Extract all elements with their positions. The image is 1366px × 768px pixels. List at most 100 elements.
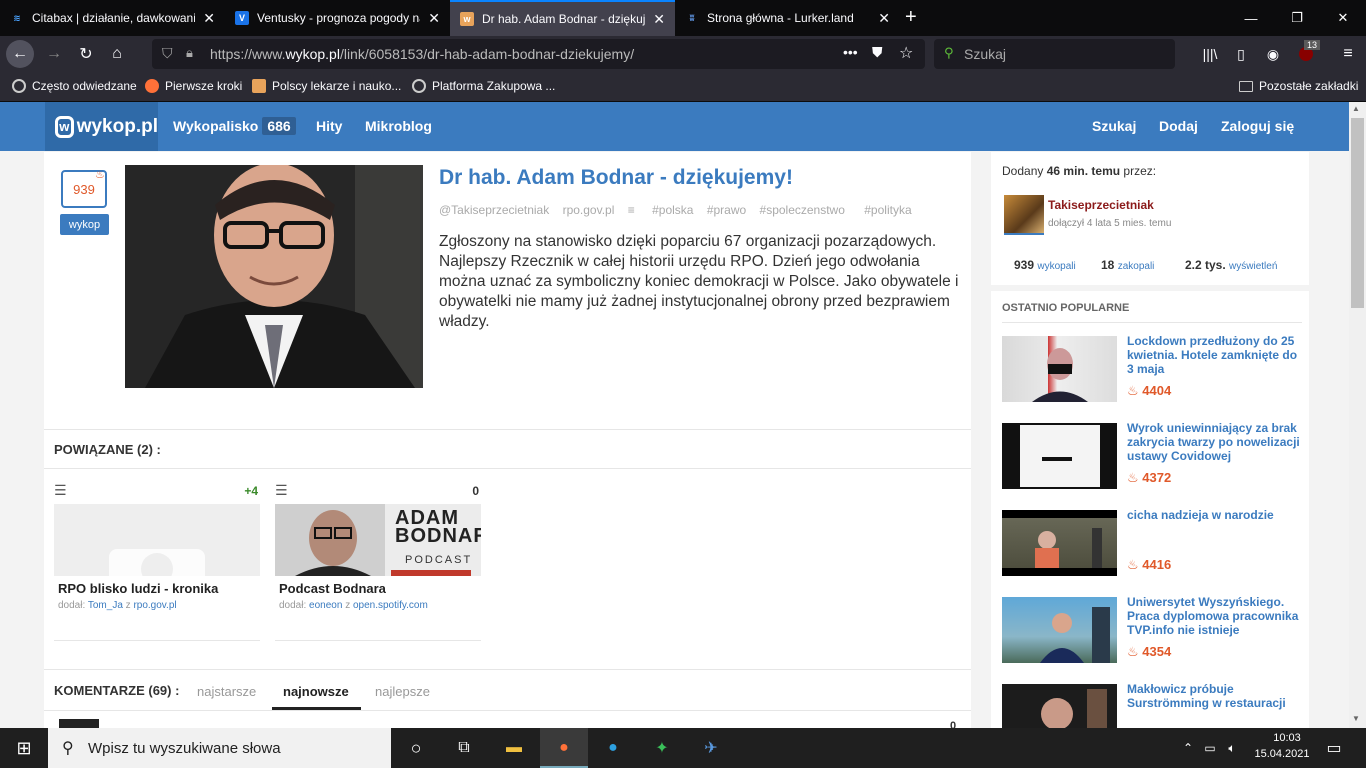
portrait-thumbnail xyxy=(275,504,385,576)
related-card[interactable]: ☰ +4 RPO blisko ludzi - kronika dodał: T… xyxy=(54,478,260,641)
popular-score: ♨ 4372 xyxy=(1127,470,1172,485)
related-title[interactable]: Podcast Bodnara xyxy=(279,581,386,596)
nav-search[interactable]: Szukaj xyxy=(1092,118,1136,134)
minimize-icon[interactable]: — xyxy=(1228,0,1274,36)
device-icon[interactable]: ▭ xyxy=(1198,736,1222,760)
popular-title[interactable]: Wyrok uniewinniający za brak zakrycia tw… xyxy=(1127,421,1307,463)
popular-item[interactable]: cicha nadzieja w narodzie ♨ 4416 xyxy=(1002,508,1302,580)
browser-tab[interactable]: ≋ Citabax | działanie, dawkowanie ✕ xyxy=(0,0,225,36)
bookmark-item[interactable]: Często odwiedzane xyxy=(12,79,137,93)
scroll-up-icon[interactable]: ▲ xyxy=(1352,104,1360,113)
search-bar[interactable]: ⚲ Szukaj xyxy=(934,39,1175,69)
user-avatar[interactable] xyxy=(1004,195,1044,235)
page-actions-icon[interactable]: ••• xyxy=(843,44,858,60)
browser-tab-active[interactable]: w Dr hab. Adam Bodnar - dziękuj ✕ xyxy=(450,0,675,36)
site-logo[interactable]: w wykop.pl xyxy=(45,102,158,151)
tab-najlepsze[interactable]: najlepsze xyxy=(375,684,430,699)
popular-item[interactable]: Makłowicz próbuje Surströmming w restaur… xyxy=(1002,684,1302,728)
popular-title[interactable]: cicha nadzieja w narodzie xyxy=(1127,508,1307,522)
article-title[interactable]: Dr hab. Adam Bodnar - dziękujemy! xyxy=(439,166,793,190)
source-link[interactable]: rpo.gov.pl xyxy=(563,203,615,217)
tag-link[interactable]: #spoleczenstwo xyxy=(760,203,845,217)
popular-title[interactable]: Makłowicz próbuje Surströmming w restaur… xyxy=(1127,684,1302,710)
nav-add[interactable]: Dodaj xyxy=(1159,118,1198,134)
tab-najnowsze[interactable]: najnowsze xyxy=(283,684,349,699)
other-bookmarks[interactable]: Pozostałe zakładki xyxy=(1239,79,1358,93)
new-tab-icon[interactable]: + xyxy=(905,6,917,29)
comment-avatar[interactable] xyxy=(59,719,99,728)
menu-icon[interactable]: ≡ xyxy=(1334,40,1362,68)
tracking-shield-icon[interactable]: ⛉ xyxy=(162,45,173,62)
home-icon[interactable]: ⌂ xyxy=(103,40,131,68)
lock-icon[interactable]: 🔒︎ xyxy=(186,45,193,61)
file-explorer-icon[interactable]: ▬ xyxy=(502,736,526,760)
clock-date[interactable]: 15.04.2021 xyxy=(1252,748,1312,760)
menu-icon[interactable]: ☰ xyxy=(54,482,67,499)
task-view-icon[interactable]: ⧉ xyxy=(452,736,476,760)
bookmark-item[interactable]: Polscy lekarze i nauko... xyxy=(252,79,401,93)
tag-link[interactable]: #polityka xyxy=(864,203,911,217)
back-icon[interactable]: ← xyxy=(6,40,34,68)
popular-title[interactable]: Uniwersytet Wyszyńskiego. Praca dyplomow… xyxy=(1127,595,1307,637)
pocket-icon[interactable]: ⛊ xyxy=(872,44,883,61)
scroll-down-icon[interactable]: ▼ xyxy=(1352,714,1360,723)
nav-mikroblog[interactable]: Mikroblog xyxy=(365,118,432,134)
reload-icon[interactable]: ↻ xyxy=(72,40,100,68)
podcast-image-text: BODNAR xyxy=(395,525,481,547)
article-thumbnail[interactable] xyxy=(125,165,423,388)
browser-tab[interactable]: ʬ Strona główna - Lurker.land ✕ xyxy=(675,0,900,36)
divider xyxy=(44,468,971,469)
app-icon[interactable]: ✦ xyxy=(650,736,674,760)
menu-icon[interactable]: ☰ xyxy=(275,482,288,499)
wykop-vote-button[interactable]: wykop xyxy=(60,214,109,235)
tab-najstarsze[interactable]: najstarsze xyxy=(197,684,256,699)
close-tab-icon[interactable]: ✕ xyxy=(878,10,890,27)
firefox-icon[interactable]: ● xyxy=(552,736,576,760)
divider xyxy=(44,710,971,711)
related-card[interactable]: ☰ 0 ADAM BODNAR PODCAST Podcast Bodnara … xyxy=(275,478,481,641)
domain-link[interactable]: rpo.gov.pl xyxy=(133,600,176,611)
close-tab-icon[interactable]: ✕ xyxy=(428,10,440,27)
popular-item[interactable]: Uniwersytet Wyszyńskiego. Praca dyplomow… xyxy=(1002,595,1302,667)
cortana-icon[interactable]: ○ xyxy=(404,736,428,760)
bookmark-item[interactable]: Pierwsze kroki xyxy=(145,79,242,93)
domain-link[interactable]: open.spotify.com xyxy=(353,600,428,611)
restore-icon[interactable]: ❐ xyxy=(1274,0,1320,36)
user-link[interactable]: Tom_Ja xyxy=(88,600,123,611)
bookmark-star-icon[interactable]: ☆ xyxy=(899,43,913,63)
bookmark-item[interactable]: Platforma Zakupowa ... xyxy=(412,79,555,93)
sidebar-icon[interactable]: ▯ xyxy=(1227,40,1255,68)
close-window-icon[interactable]: ✕ xyxy=(1320,0,1366,36)
notifications-icon[interactable]: ▭ xyxy=(1322,736,1346,760)
forward-icon[interactable]: → xyxy=(40,40,68,68)
nav-login[interactable]: Zaloguj się xyxy=(1221,118,1294,134)
related-title[interactable]: RPO blisko ludzi - kronika xyxy=(58,581,218,596)
taskbar-search[interactable]: ⚲ Wpisz tu wyszukiwane słowa xyxy=(48,728,391,768)
scrollbar-thumb[interactable] xyxy=(1351,118,1364,308)
account-icon[interactable]: ◉ xyxy=(1259,40,1287,68)
library-icon[interactable]: |||\ xyxy=(1196,40,1224,68)
url-bar[interactable]: ⛉ 🔒︎ https://www.wykop.pl/link/6058153/d… xyxy=(152,39,925,69)
tag-link[interactable]: #polska xyxy=(652,203,693,217)
volume-icon[interactable]: 🔈︎ xyxy=(1220,736,1244,760)
popular-title[interactable]: Lockdown przedłużony do 25 kwietnia. Hot… xyxy=(1127,334,1307,376)
app-icon[interactable]: ✈ xyxy=(699,736,723,760)
list-icon[interactable]: ≡ xyxy=(628,203,635,217)
browser-tab[interactable]: V Ventusky - prognoza pogody na ✕ xyxy=(225,0,450,36)
popular-item[interactable]: Lockdown przedłużony do 25 kwietnia. Hot… xyxy=(1002,334,1302,406)
related-source: dodał: eoneon z open.spotify.com xyxy=(279,600,428,611)
show-hidden-icons-icon[interactable]: ⌃ xyxy=(1176,736,1200,760)
close-tab-icon[interactable]: ✕ xyxy=(653,11,665,28)
popular-item[interactable]: Wyrok uniewinniający za brak zakrycia tw… xyxy=(1002,421,1302,493)
close-tab-icon[interactable]: ✕ xyxy=(203,10,215,27)
user-link[interactable]: eoneon xyxy=(309,600,342,611)
user-link[interactable]: Takiseprzecietniak xyxy=(1048,198,1154,212)
clock-time[interactable]: 10:03 xyxy=(1262,732,1312,744)
podcast-image-text: PODCAST xyxy=(405,554,473,566)
tag-link[interactable]: #prawo xyxy=(707,203,746,217)
author-link[interactable]: @Takiseprzecietniak xyxy=(439,203,549,217)
windows-start-icon[interactable]: ⊞ xyxy=(12,736,36,760)
nav-wykopalisko[interactable]: Wykopalisko 686 xyxy=(173,117,296,135)
nav-hity[interactable]: Hity xyxy=(316,118,342,134)
edge-icon[interactable]: ● xyxy=(601,736,625,760)
